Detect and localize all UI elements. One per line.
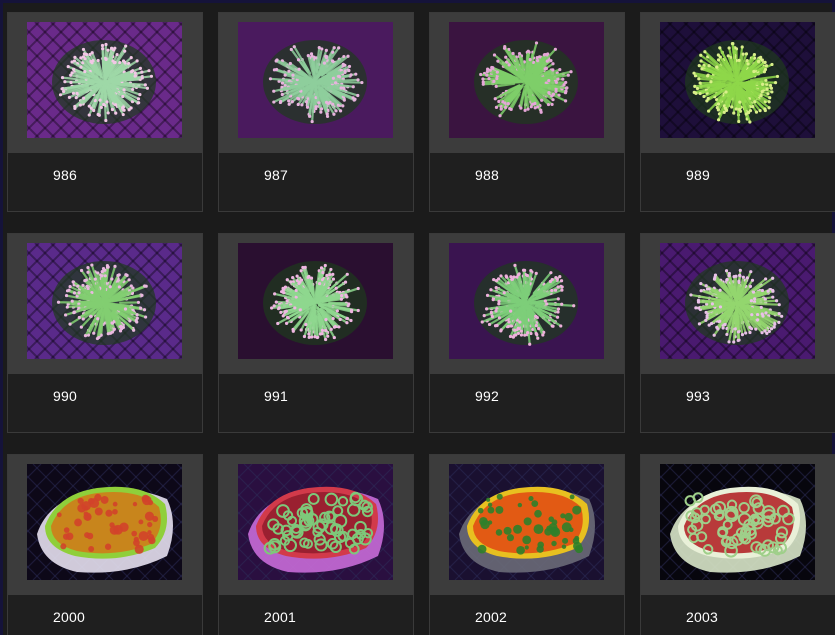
- coral-card[interactable]: 2003: [640, 454, 835, 635]
- coral-image: [238, 464, 393, 580]
- thumbnail-frame: [430, 234, 624, 374]
- coral-card[interactable]: 2000: [7, 454, 203, 635]
- coral-photo[interactable]: [660, 464, 815, 580]
- thumbnail-frame: [430, 455, 624, 595]
- coral-image: [660, 243, 815, 359]
- item-number-label: 991: [264, 388, 288, 404]
- coral-card[interactable]: 990: [7, 233, 203, 433]
- item-number-label: 987: [264, 167, 288, 183]
- thumbnail-frame: [641, 13, 835, 153]
- thumbnail-frame: [641, 234, 835, 374]
- item-number-label: 992: [475, 388, 499, 404]
- thumbnail-frame: [430, 13, 624, 153]
- coral-card[interactable]: 2001: [218, 454, 414, 635]
- thumbnail-frame: [641, 455, 835, 595]
- coral-photo[interactable]: [238, 464, 393, 580]
- coral-card[interactable]: 986: [7, 12, 203, 212]
- coral-photo[interactable]: [27, 22, 182, 138]
- coral-card[interactable]: 992: [429, 233, 625, 433]
- coral-gallery-grid: 986 987 988 989 990 991 992 993 2000 2001 2002 2003: [7, 12, 835, 635]
- coral-image: [27, 243, 182, 359]
- coral-image: [449, 243, 604, 359]
- item-number-label: 993: [686, 388, 710, 404]
- item-number-label: 986: [53, 167, 77, 183]
- coral-card[interactable]: 987: [218, 12, 414, 212]
- coral-photo[interactable]: [238, 243, 393, 359]
- item-number-label: 990: [53, 388, 77, 404]
- thumbnail-frame: [219, 234, 413, 374]
- item-number-label: 2000: [53, 609, 85, 625]
- item-number-label: 2003: [686, 609, 718, 625]
- thumbnail-frame: [219, 455, 413, 595]
- coral-photo[interactable]: [449, 464, 604, 580]
- coral-photo[interactable]: [27, 464, 182, 580]
- coral-card[interactable]: 989: [640, 12, 835, 212]
- gallery-frame: 986 987 988 989 990 991 992 993 2000 2001 2002 2003: [0, 0, 835, 635]
- coral-image: [449, 464, 604, 580]
- coral-image: [27, 22, 182, 138]
- coral-photo[interactable]: [660, 243, 815, 359]
- item-number-label: 988: [475, 167, 499, 183]
- coral-photo[interactable]: [238, 22, 393, 138]
- coral-photo[interactable]: [660, 22, 815, 138]
- coral-image: [27, 464, 182, 580]
- coral-card[interactable]: 991: [218, 233, 414, 433]
- thumbnail-frame: [219, 13, 413, 153]
- coral-photo[interactable]: [27, 243, 182, 359]
- coral-image: [660, 22, 815, 138]
- thumbnail-frame: [8, 13, 202, 153]
- coral-image: [238, 243, 393, 359]
- coral-photo[interactable]: [449, 22, 604, 138]
- item-number-label: 2001: [264, 609, 296, 625]
- item-number-label: 989: [686, 167, 710, 183]
- item-number-label: 2002: [475, 609, 507, 625]
- coral-image: [449, 22, 604, 138]
- thumbnail-frame: [8, 234, 202, 374]
- coral-image: [238, 22, 393, 138]
- coral-card[interactable]: 993: [640, 233, 835, 433]
- coral-image: [660, 464, 815, 580]
- coral-photo[interactable]: [449, 243, 604, 359]
- coral-card[interactable]: 2002: [429, 454, 625, 635]
- coral-card[interactable]: 988: [429, 12, 625, 212]
- thumbnail-frame: [8, 455, 202, 595]
